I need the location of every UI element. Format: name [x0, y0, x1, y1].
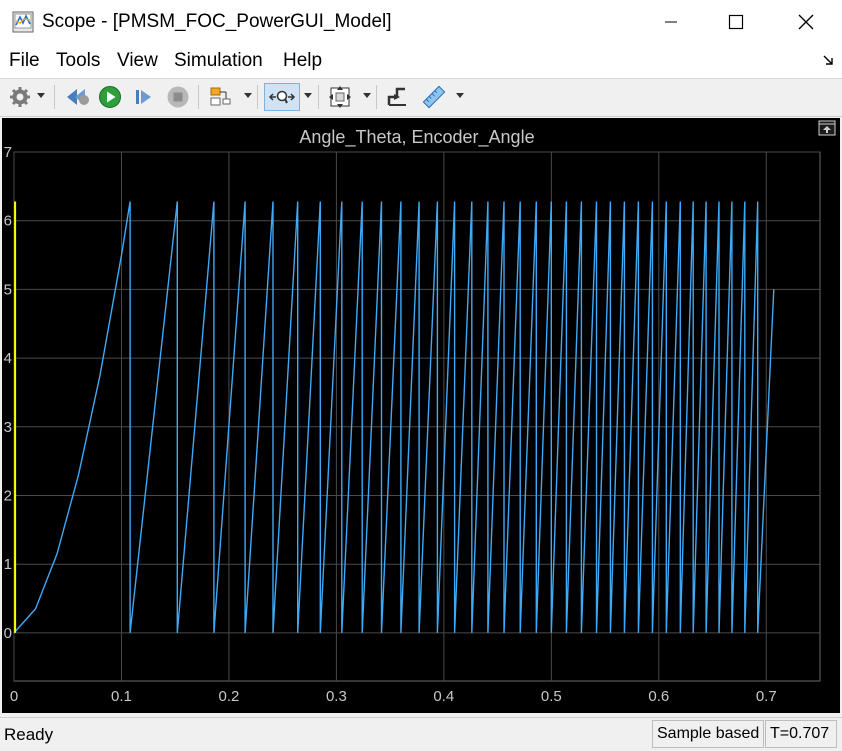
- step-forward-icon: [136, 90, 151, 104]
- x-tick-label: 0.6: [648, 688, 669, 705]
- scope-app-icon: [12, 11, 34, 33]
- x-tick-label: 0: [10, 688, 18, 705]
- measurements-dropdown-arrow[interactable]: [456, 93, 464, 98]
- y-tick-label: 5: [4, 281, 12, 298]
- toolbar-separator: [257, 85, 258, 109]
- time-indicator: T=0.707: [765, 720, 837, 748]
- autoscale-dropdown-arrow[interactable]: [363, 93, 371, 98]
- ruler-icon: [422, 85, 446, 109]
- layout-dropdown-arrow[interactable]: [244, 93, 252, 98]
- y-tick-label: 3: [4, 419, 12, 436]
- status-text: Ready: [4, 725, 54, 744]
- step-back-icon: [67, 89, 89, 105]
- autoscale-icon: [329, 86, 351, 108]
- menu-file[interactable]: File: [9, 50, 40, 72]
- toolbar-separator: [376, 85, 377, 109]
- minimize-icon: [665, 21, 677, 23]
- step-forward-button[interactable]: [130, 83, 158, 111]
- x-tick-label: 0.7: [756, 688, 777, 705]
- menu-bar: File Tools View Simulation Help: [0, 44, 842, 79]
- stop-icon: [167, 86, 189, 108]
- series-line: [13, 201, 775, 634]
- undock-icon[interactable]: [818, 120, 836, 136]
- zoom-icon: [268, 90, 296, 104]
- scope-display[interactable]: Angle_Theta, Encoder_Angle 0 0.1 0.2 0.3 0.4 0…: [2, 118, 840, 713]
- scope-chart: Angle_Theta, Encoder_Angle 0 0.1 0.2 0.3 0.4 0…: [4, 127, 821, 705]
- stop-button[interactable]: [164, 83, 192, 111]
- zoom-button[interactable]: [264, 83, 300, 111]
- menu-simulation[interactable]: Simulation: [174, 50, 263, 72]
- layout-button[interactable]: [206, 83, 234, 111]
- x-tick-label: 0.5: [541, 688, 562, 705]
- measurements-button[interactable]: [420, 83, 448, 111]
- run-icon: [99, 86, 121, 108]
- menu-view[interactable]: View: [117, 50, 158, 72]
- settings-button[interactable]: [6, 83, 34, 111]
- x-tick-label: 0.4: [433, 688, 454, 705]
- x-tick-label: 0.1: [111, 688, 132, 705]
- menu-tools[interactable]: Tools: [56, 50, 100, 72]
- title-bar: Scope - [PMSM_FOC_PowerGUI_Model]: [0, 0, 842, 44]
- menu-help[interactable]: Help: [283, 50, 322, 72]
- settings-dropdown-arrow[interactable]: [37, 93, 45, 98]
- y-tick-label: 1: [4, 556, 12, 573]
- run-button[interactable]: [96, 83, 124, 111]
- zoom-dropdown-arrow[interactable]: [304, 93, 312, 98]
- toolbar-separator: [54, 85, 55, 109]
- undock-arrow-icon[interactable]: [822, 54, 834, 66]
- close-button[interactable]: [783, 0, 829, 44]
- status-bar: Ready Sample based T=0.707: [0, 717, 842, 751]
- minimize-button[interactable]: [648, 0, 694, 44]
- y-tick-label: 4: [4, 350, 12, 367]
- triggers-button[interactable]: [384, 83, 412, 111]
- layout-icon: [210, 87, 231, 106]
- x-tick-label: 0.2: [219, 688, 240, 705]
- y-tick-label: 6: [4, 213, 12, 230]
- step-back-button[interactable]: [64, 83, 92, 111]
- window-title: Scope - [PMSM_FOC_PowerGUI_Model]: [42, 11, 392, 32]
- toolbar-separator: [318, 85, 319, 109]
- chart-title: Angle_Theta, Encoder_Angle: [299, 127, 534, 148]
- maximize-icon: [728, 14, 744, 30]
- toolbar: [0, 79, 842, 117]
- gear-icon: [10, 87, 30, 107]
- autoscale-button[interactable]: [326, 83, 354, 111]
- y-tick-label: 0: [4, 625, 12, 642]
- trigger-icon: [387, 87, 406, 106]
- sample-mode-indicator: Sample based: [652, 720, 764, 748]
- toolbar-separator: [198, 85, 199, 109]
- x-tick-label: 0.3: [326, 688, 347, 705]
- y-tick-label: 2: [4, 488, 12, 505]
- y-tick-label: 7: [4, 144, 12, 161]
- maximize-button[interactable]: [713, 0, 759, 44]
- close-icon: [798, 14, 814, 30]
